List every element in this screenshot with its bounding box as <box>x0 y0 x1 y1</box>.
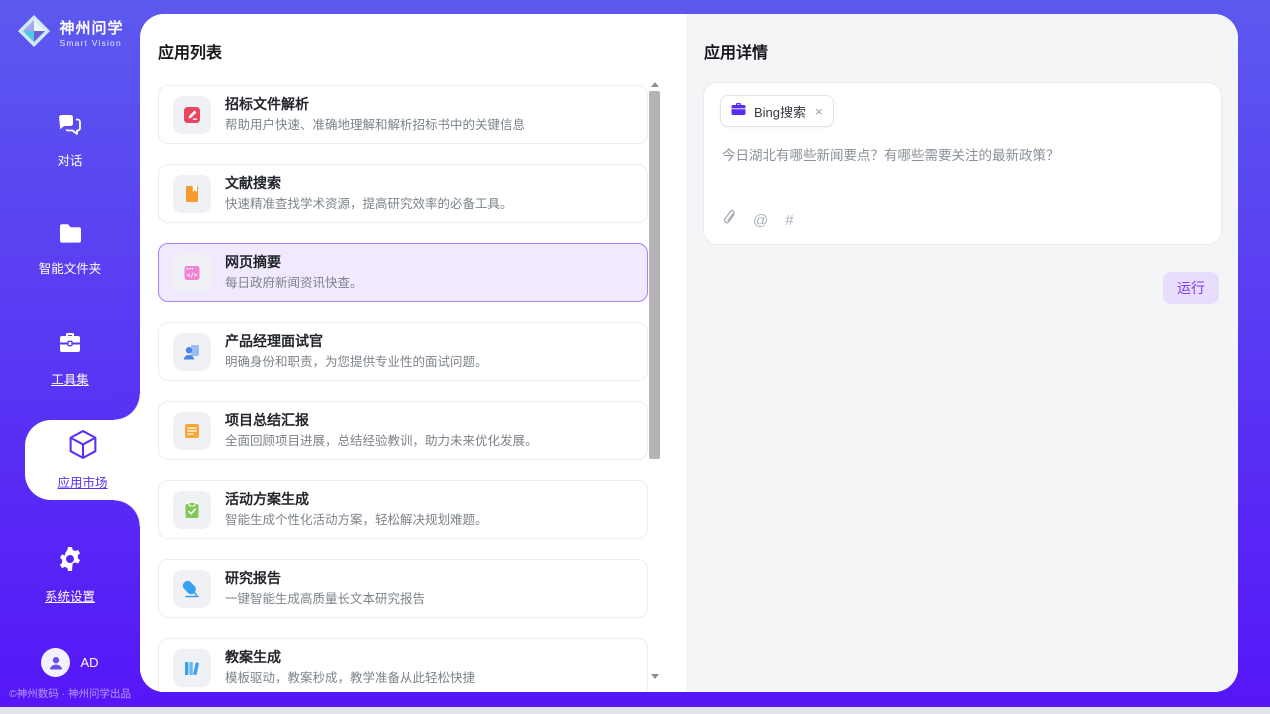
sidebar: 神州问学 Smart Vision 对话 智能文件夹 工具集 <box>0 0 140 707</box>
app-card-desc: 一键智能生成高质量长文本研究报告 <box>225 591 425 607</box>
app-card[interactable]: 活动方案生成 智能生成个性化活动方案，轻松解决规划难题。 <box>158 480 648 539</box>
app-card-title: 活动方案生成 <box>225 491 488 508</box>
sidebar-item-label: 对话 <box>57 150 82 169</box>
app-card-title: 文献搜索 <box>225 175 513 192</box>
app-card-title: 招标文件解析 <box>225 96 525 113</box>
app-card[interactable]: 招标文件解析 帮助用户快速、准确地理解和解析招标书中的关键信息 <box>158 85 648 144</box>
app-list-panel: 应用列表 招标文件解析 帮助用户快速、准确地理解和解析招标书中的关键信息 文献搜… <box>140 14 686 692</box>
app-card-desc: 智能生成个性化活动方案，轻松解决规划难题。 <box>225 512 488 528</box>
app-card-title: 研究报告 <box>225 570 425 587</box>
app-card[interactable]: 产品经理面试官 明确身份和职责，为您提供专业性的面试问题。 <box>158 322 648 381</box>
folder-icon <box>57 222 84 250</box>
app-card-icon <box>173 333 211 371</box>
app-card-icon <box>173 570 211 608</box>
toolbox-icon <box>56 330 84 361</box>
app-detail-title: 应用详情 <box>704 39 768 63</box>
app-card-desc: 模板驱动，教案秒成，教学准备从此轻松快捷 <box>225 670 475 686</box>
cube-icon <box>67 429 99 467</box>
app-card-title: 项目总结汇报 <box>225 412 538 429</box>
paperclip-icon[interactable] <box>722 209 736 231</box>
sidebar-item-label: 系统设置 <box>45 586 95 605</box>
app-card-desc: 明确身份和职责，为您提供专业性的面试问题。 <box>225 354 488 370</box>
sidebar-item-label: 工具集 <box>51 369 89 388</box>
brand-logo: 神州问学 Smart Vision <box>0 13 140 54</box>
app-card-desc: 快速精准查找学术资源，提高研究效率的必备工具。 <box>225 196 513 212</box>
briefcase-icon <box>731 102 746 121</box>
chat-icon <box>56 112 84 142</box>
avatar <box>41 648 70 677</box>
composer-toolbar: @ # <box>722 209 794 231</box>
sidebar-item-label: 智能文件夹 <box>39 258 102 277</box>
scroll-down-button[interactable] <box>648 670 661 682</box>
diamond-logo-icon <box>16 13 52 54</box>
app-card-desc: 全面回顾项目进展，总结经验教训，助力未来优化发展。 <box>225 433 538 449</box>
mention-icon[interactable]: @ <box>753 212 768 229</box>
scrollbar <box>648 78 661 682</box>
brand-subtitle: Smart Vision <box>59 38 123 48</box>
scrollbar-thumb[interactable] <box>649 91 660 459</box>
app-card-icon <box>173 96 211 134</box>
app-card-icon <box>173 175 211 213</box>
app-card-title: 教案生成 <box>225 649 475 666</box>
sidebar-item-smart-folder[interactable]: 智能文件夹 <box>0 222 140 277</box>
sidebar-item-toolset[interactable]: 工具集 <box>0 330 140 388</box>
scroll-up-button[interactable] <box>648 78 661 90</box>
app-card-desc: 每日政府新闻资讯快查。 <box>225 275 363 291</box>
svg-text:</>: </> <box>187 272 198 279</box>
tool-chip-bing-search[interactable]: Bing搜索 × <box>720 95 834 127</box>
app-card[interactable]: 研究报告 一键智能生成高质量长文本研究报告 <box>158 559 648 618</box>
sidebar-item-settings[interactable]: 系统设置 <box>0 545 140 605</box>
brand-name: 神州问学 <box>59 20 123 37</box>
app-detail-panel: 应用详情 Bing搜索 × 今日湖北有哪些新闻要点？有哪些需要关注的最新政策？ <box>686 14 1238 692</box>
run-button[interactable]: 运行 <box>1163 272 1219 304</box>
app-card-icon <box>173 412 211 450</box>
close-icon[interactable]: × <box>815 104 823 119</box>
query-input[interactable]: 今日湖北有哪些新闻要点？有哪些需要关注的最新政策？ <box>722 146 1201 165</box>
app-card[interactable]: 文献搜索 快速精准查找学术资源，提高研究效率的必备工具。 <box>158 164 648 223</box>
sidebar-item-chat[interactable]: 对话 <box>0 112 140 169</box>
sidebar-item-label: 应用市场 <box>57 472 107 491</box>
user-initials: AD <box>80 655 98 670</box>
copyright-text: ©神州数码 · 神州问学出品 <box>0 686 140 701</box>
app-card[interactable]: 教案生成 模板驱动，教案秒成，教学准备从此轻松快捷 <box>158 638 648 692</box>
gear-icon <box>56 545 84 578</box>
user-account[interactable]: AD <box>0 648 140 677</box>
main-content: 应用列表 招标文件解析 帮助用户快速、准确地理解和解析招标书中的关键信息 文献搜… <box>140 14 1238 692</box>
app-card-title: 产品经理面试官 <box>225 333 488 350</box>
app-list: 招标文件解析 帮助用户快速、准确地理解和解析招标书中的关键信息 文献搜索 快速精… <box>158 85 648 692</box>
app-card-title: 网页摘要 <box>225 254 363 271</box>
tool-chip-label: Bing搜索 <box>754 102 806 121</box>
app-card[interactable]: </> 网页摘要 每日政府新闻资讯快查。 <box>158 243 648 302</box>
app-card[interactable]: 项目总结汇报 全面回顾项目进展，总结经验教训，助力未来优化发展。 <box>158 401 648 460</box>
app-card-desc: 帮助用户快速、准确地理解和解析招标书中的关键信息 <box>225 117 525 133</box>
app-card-icon <box>173 649 211 687</box>
prompt-card: Bing搜索 × 今日湖北有哪些新闻要点？有哪些需要关注的最新政策？ @ # <box>703 82 1222 245</box>
sidebar-item-app-market[interactable]: 应用市场 <box>25 420 140 500</box>
hash-icon[interactable]: # <box>785 212 793 229</box>
app-card-icon: </> <box>173 254 211 292</box>
app-card-icon <box>173 491 211 529</box>
app-list-title: 应用列表 <box>158 39 222 63</box>
person-icon <box>48 655 64 671</box>
